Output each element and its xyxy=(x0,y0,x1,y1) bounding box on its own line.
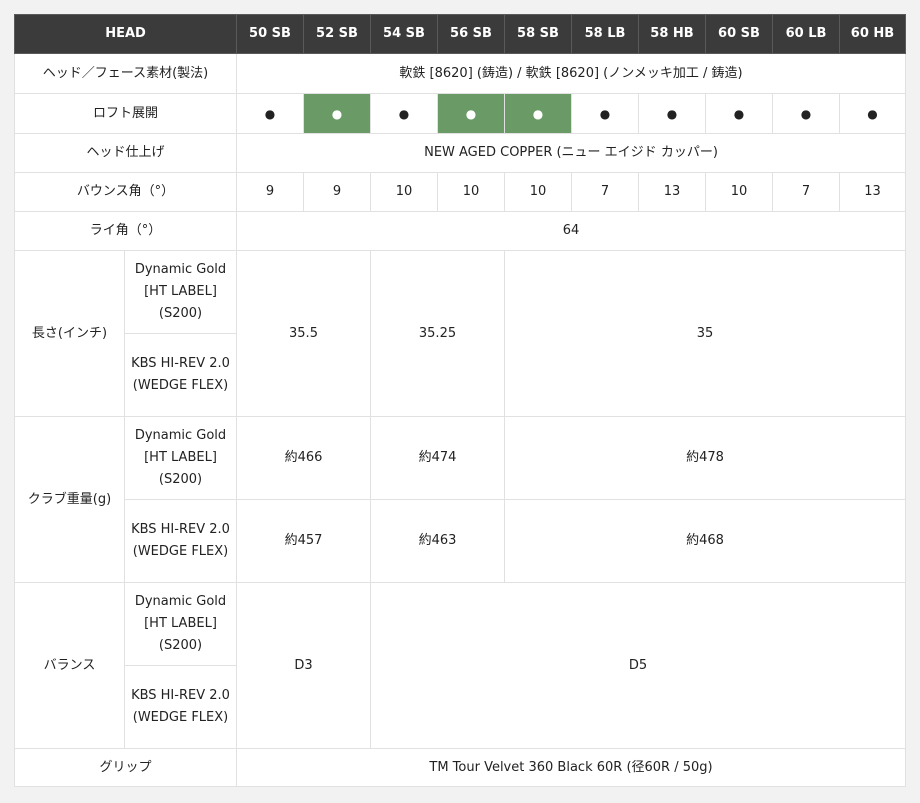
weight-value: 約468 xyxy=(504,499,906,583)
model-header: 52 SB xyxy=(303,14,371,54)
loft-dot: ● xyxy=(839,93,906,134)
length-value: 35 xyxy=(504,250,906,417)
model-header: 54 SB xyxy=(370,14,438,54)
bounce-value: 10 xyxy=(370,172,438,212)
weight-value: 約474 xyxy=(370,416,505,500)
lie-row: ライ角（°） 64 xyxy=(14,211,906,251)
finish-label: ヘッド仕上げ xyxy=(14,133,237,173)
balance-shaft-dg: Dynamic Gold [HT LABEL] (S200) xyxy=(124,582,237,666)
model-header: 58 LB xyxy=(571,14,639,54)
model-header: 50 SB xyxy=(236,14,304,54)
loft-label: ロフト展開 xyxy=(14,93,237,134)
bounce-value: 10 xyxy=(437,172,505,212)
bounce-value: 9 xyxy=(236,172,304,212)
bounce-label: バウンス角（°） xyxy=(14,172,237,212)
bounce-row: バウンス角（°） 9 9 10 10 10 7 13 10 7 13 xyxy=(14,172,906,212)
lie-label: ライ角（°） xyxy=(14,211,237,251)
weight-row: KBS HI-REV 2.0 (WEDGE FLEX) 約457 約463 約4… xyxy=(15,499,906,583)
length-row: 長さ(インチ) Dynamic Gold [HT LABEL] (S200) 3… xyxy=(14,250,906,417)
model-header: 60 SB xyxy=(705,14,773,54)
loft-row: ロフト展開 ● ● ● ● ● ● ● ● ● ● xyxy=(14,93,906,134)
weight-label: クラブ重量(g) xyxy=(14,416,125,583)
loft-dot: ● xyxy=(705,93,773,134)
spec-table: HEAD 50 SB 52 SB 54 SB 56 SB 58 SB 58 LB… xyxy=(14,14,906,787)
grip-label: グリップ xyxy=(14,748,237,787)
head-header: HEAD xyxy=(14,14,237,54)
bounce-value: 13 xyxy=(839,172,906,212)
material-label: ヘッド／フェース素材(製法) xyxy=(14,53,237,94)
model-header: 56 SB xyxy=(437,14,505,54)
bounce-value: 7 xyxy=(772,172,840,212)
finish-row: ヘッド仕上げ NEW AGED COPPER (ニュー エイジド カッパー) xyxy=(14,133,906,173)
grip-row: グリップ TM Tour Velvet 360 Black 60R (径60R … xyxy=(14,748,906,787)
balance-value: D5 xyxy=(370,582,906,749)
loft-dot: ● xyxy=(571,93,639,134)
finish-value: NEW AGED COPPER (ニュー エイジド カッパー) xyxy=(236,133,906,173)
bounce-value: 13 xyxy=(638,172,706,212)
balance-label: バランス xyxy=(14,582,125,749)
weight-row: クラブ重量(g) Dynamic Gold [HT LABEL] (S200) … xyxy=(14,416,906,583)
bounce-value: 10 xyxy=(504,172,572,212)
model-header: 60 LB xyxy=(772,14,840,54)
loft-dot: ● xyxy=(370,93,438,134)
balance-row: バランス Dynamic Gold [HT LABEL] (S200) D3 D… xyxy=(14,582,906,749)
length-value: 35.25 xyxy=(370,250,505,417)
balance-shaft-kbs: KBS HI-REV 2.0 (WEDGE FLEX) xyxy=(124,665,237,749)
bounce-value: 10 xyxy=(705,172,773,212)
weight-value: 約466 xyxy=(236,416,371,500)
length-label: 長さ(インチ) xyxy=(14,250,125,417)
loft-dot: ● xyxy=(638,93,706,134)
loft-dot: ● xyxy=(236,93,304,134)
lie-value: 64 xyxy=(236,211,906,251)
material-value: 軟鉄 [8620] (鋳造) / 軟鉄 [8620] (ノンメッキ加工 / 鋳造… xyxy=(236,53,906,94)
loft-dot: ● xyxy=(772,93,840,134)
length-shaft-dg: Dynamic Gold [HT LABEL] (S200) xyxy=(124,250,237,334)
bounce-value: 7 xyxy=(571,172,639,212)
model-header: 60 HB xyxy=(839,14,906,54)
weight-value: 約463 xyxy=(370,499,505,583)
length-shaft-kbs: KBS HI-REV 2.0 (WEDGE FLEX) xyxy=(124,333,237,417)
length-value: 35.5 xyxy=(236,250,371,417)
model-header: 58 HB xyxy=(638,14,706,54)
weight-value: 約478 xyxy=(504,416,906,500)
model-header: 58 SB xyxy=(504,14,572,54)
material-row: ヘッド／フェース素材(製法) 軟鉄 [8620] (鋳造) / 軟鉄 [8620… xyxy=(14,53,906,94)
balance-value: D3 xyxy=(236,582,371,749)
loft-dot: ● xyxy=(504,93,572,134)
loft-dot: ● xyxy=(437,93,505,134)
weight-shaft-kbs: KBS HI-REV 2.0 (WEDGE FLEX) xyxy=(124,499,237,583)
header-row: HEAD 50 SB 52 SB 54 SB 56 SB 58 SB 58 LB… xyxy=(14,14,906,54)
weight-shaft-dg: Dynamic Gold [HT LABEL] (S200) xyxy=(124,416,237,500)
bounce-value: 9 xyxy=(303,172,371,212)
grip-value: TM Tour Velvet 360 Black 60R (径60R / 50g… xyxy=(236,748,906,787)
weight-value: 約457 xyxy=(236,499,371,583)
loft-dot: ● xyxy=(303,93,371,134)
